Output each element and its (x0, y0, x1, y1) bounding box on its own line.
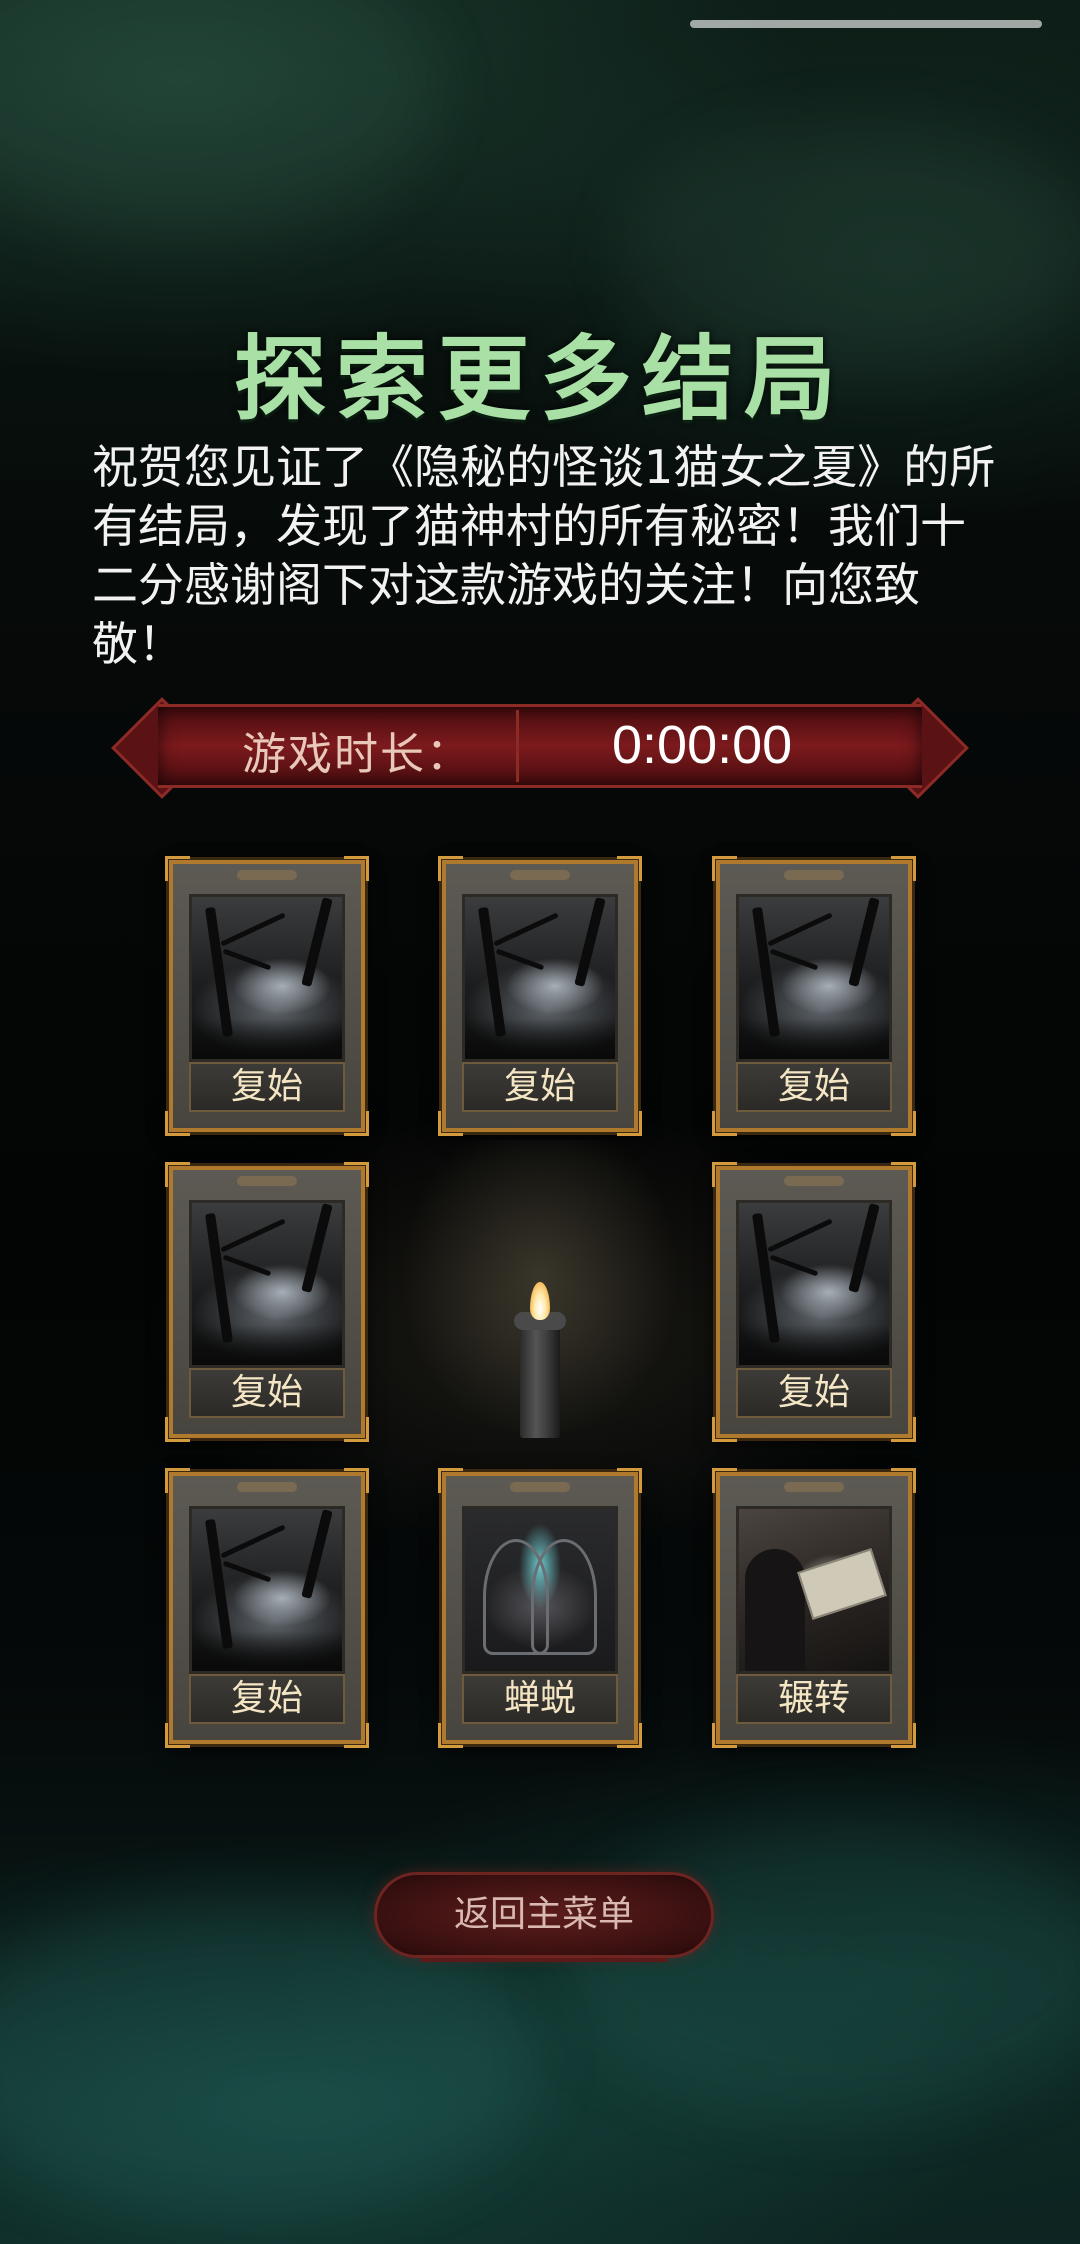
ending-thumbnail (736, 1200, 892, 1368)
frame-corner (891, 1162, 916, 1187)
frame-corner (165, 856, 190, 881)
ending-card[interactable]: 辗转 (712, 1468, 916, 1748)
frame-corner (617, 1111, 642, 1136)
card-ornament (237, 1176, 297, 1186)
card-ornament (510, 1482, 570, 1492)
frame-corner (891, 1468, 916, 1493)
ending-thumbnail (736, 1506, 892, 1674)
ending-card[interactable]: 复始 (438, 856, 642, 1136)
card-ornament (237, 870, 297, 880)
frame-corner (617, 1723, 642, 1748)
status-bar-indicator (690, 20, 1042, 28)
congratulations-message: 祝贺您见证了《隐秘的怪谈1猫女之夏》的所有结局，发现了猫神村的所有秘密！我们十二… (92, 440, 996, 671)
frame-corner (712, 1111, 737, 1136)
ending-name: 复始 (189, 1368, 345, 1418)
card-ornament (784, 1176, 844, 1186)
frame-corner (712, 1417, 737, 1442)
ending-thumbnail (736, 894, 892, 1062)
back-to-main-menu-button[interactable]: 返回主菜单 (374, 1872, 714, 1958)
frame-corner (891, 856, 916, 881)
ending-name: 复始 (736, 1062, 892, 1112)
ending-thumbnail (189, 894, 345, 1062)
frame-corner (344, 1162, 369, 1187)
candle-icon (520, 1318, 560, 1438)
button-underline (420, 1958, 668, 1962)
frame-corner (344, 1468, 369, 1493)
ending-thumbnail (189, 1506, 345, 1674)
frame-corner (438, 1468, 463, 1493)
frame-corner (891, 1723, 916, 1748)
card-ornament (784, 1482, 844, 1492)
banner-divider (516, 710, 519, 782)
frame-corner (712, 856, 737, 881)
frame-corner (891, 1111, 916, 1136)
ending-thumbnail (462, 1506, 618, 1674)
ending-card[interactable]: 复始 (712, 856, 916, 1136)
smoke-background (0, 0, 440, 240)
frame-corner (344, 856, 369, 881)
play-time-label: 游戏时长： (242, 729, 472, 780)
frame-corner (165, 1111, 190, 1136)
frame-corner (617, 856, 642, 881)
frame-corner (712, 1162, 737, 1187)
ending-card[interactable]: 复始 (165, 1468, 369, 1748)
frame-corner (438, 856, 463, 881)
play-time-banner: 游戏时长： 0:00:00 (111, 697, 969, 799)
card-ornament (237, 1482, 297, 1492)
ending-name: 复始 (736, 1368, 892, 1418)
endings-screen: 探索更多结局 祝贺您见证了《隐秘的怪谈1猫女之夏》的所有结局，发现了猫神村的所有… (0, 0, 1080, 2244)
frame-corner (344, 1417, 369, 1442)
ending-name: 复始 (189, 1062, 345, 1112)
frame-corner (344, 1723, 369, 1748)
frame-corner (438, 1111, 463, 1136)
ending-card[interactable]: 复始 (712, 1162, 916, 1442)
ending-name: 复始 (189, 1674, 345, 1724)
ending-thumbnail (462, 894, 618, 1062)
ending-name: 复始 (462, 1062, 618, 1112)
frame-corner (344, 1111, 369, 1136)
frame-corner (712, 1723, 737, 1748)
frame-corner (891, 1417, 916, 1442)
smoke-background (560, 1820, 1080, 2120)
card-ornament (784, 870, 844, 880)
card-ornament (510, 870, 570, 880)
frame-corner (165, 1723, 190, 1748)
frame-corner (712, 1468, 737, 1493)
frame-corner (165, 1417, 190, 1442)
ending-card[interactable]: 复始 (165, 1162, 369, 1442)
ending-name: 辗转 (736, 1674, 892, 1724)
ending-name: 蝉蜕 (462, 1674, 618, 1724)
frame-corner (165, 1162, 190, 1187)
ending-thumbnail (189, 1200, 345, 1368)
play-time-value: 0:00:00 (612, 715, 793, 775)
frame-corner (617, 1468, 642, 1493)
frame-corner (438, 1723, 463, 1748)
ending-card[interactable]: 蝉蜕 (438, 1468, 642, 1748)
page-title: 探索更多结局 (233, 325, 846, 433)
frame-corner (165, 1468, 190, 1493)
ending-card[interactable]: 复始 (165, 856, 369, 1136)
